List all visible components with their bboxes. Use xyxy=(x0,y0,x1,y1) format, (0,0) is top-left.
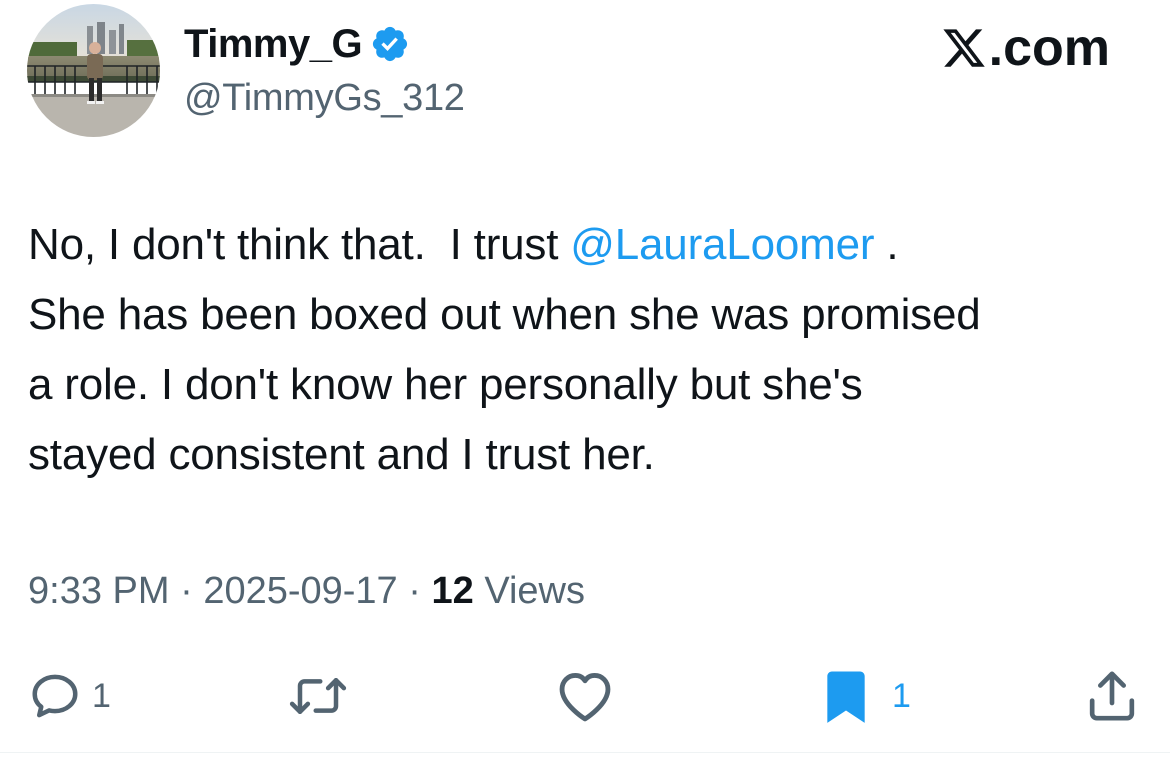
tweet-text: No, I don't think that. I trust @LauraLo… xyxy=(28,210,1148,490)
tweet-line: a role. I don't know her personally but … xyxy=(28,360,863,409)
like-button[interactable] xyxy=(556,664,624,728)
display-name[interactable]: Timmy_G xyxy=(184,20,363,68)
divider xyxy=(0,752,1170,753)
tweet-text-segment: . xyxy=(874,220,899,269)
retweet-button[interactable] xyxy=(286,664,360,728)
meta-separator: · xyxy=(169,570,204,612)
tweet-card: Timmy_G @TimmyGs_312 .com No, I don't th… xyxy=(0,0,1170,769)
tweet-meta: 9:33 PM · 2025-09-17 · 12 Views xyxy=(28,566,585,616)
author-handle[interactable]: @TimmyGs_312 xyxy=(184,74,465,122)
tweet-line: No, I don't think that. I trust @LauraLo… xyxy=(28,210,1148,280)
share-button[interactable] xyxy=(1084,664,1140,728)
views-count: 12 xyxy=(431,570,474,612)
x-logo-icon xyxy=(943,29,985,67)
site-domain-text: .com xyxy=(988,19,1110,77)
retweet-icon xyxy=(289,678,347,714)
avatar[interactable] xyxy=(27,4,160,137)
bookmark-button[interactable]: 1 xyxy=(822,664,911,728)
heart-icon xyxy=(559,673,611,722)
reply-button[interactable]: 1 xyxy=(28,664,111,728)
tweet-line: She has been boxed out when she was prom… xyxy=(28,290,981,339)
tweet-date[interactable]: 2025-09-17 xyxy=(203,570,397,612)
avatar-image xyxy=(27,4,160,137)
tweet-text-segment: No, I don't think that. I trust xyxy=(28,220,571,269)
meta-separator: · xyxy=(397,570,432,612)
reply-count: 1 xyxy=(92,676,111,715)
views-label: Views xyxy=(473,570,586,612)
verified-badge-icon xyxy=(370,24,410,64)
tweet-line: stayed consistent and I trust her. xyxy=(28,430,655,479)
tweet-time[interactable]: 9:33 PM xyxy=(28,570,170,612)
author-name-row[interactable]: Timmy_G xyxy=(184,20,410,68)
share-icon xyxy=(1089,671,1135,721)
bookmark-count: 1 xyxy=(892,676,911,715)
x-com-mark: .com xyxy=(941,18,1110,78)
mention-link[interactable]: @LauraLoomer xyxy=(570,220,874,269)
reply-icon xyxy=(32,674,78,718)
bookmark-filled-icon xyxy=(827,671,865,723)
action-bar: 1 1 xyxy=(0,664,1170,728)
